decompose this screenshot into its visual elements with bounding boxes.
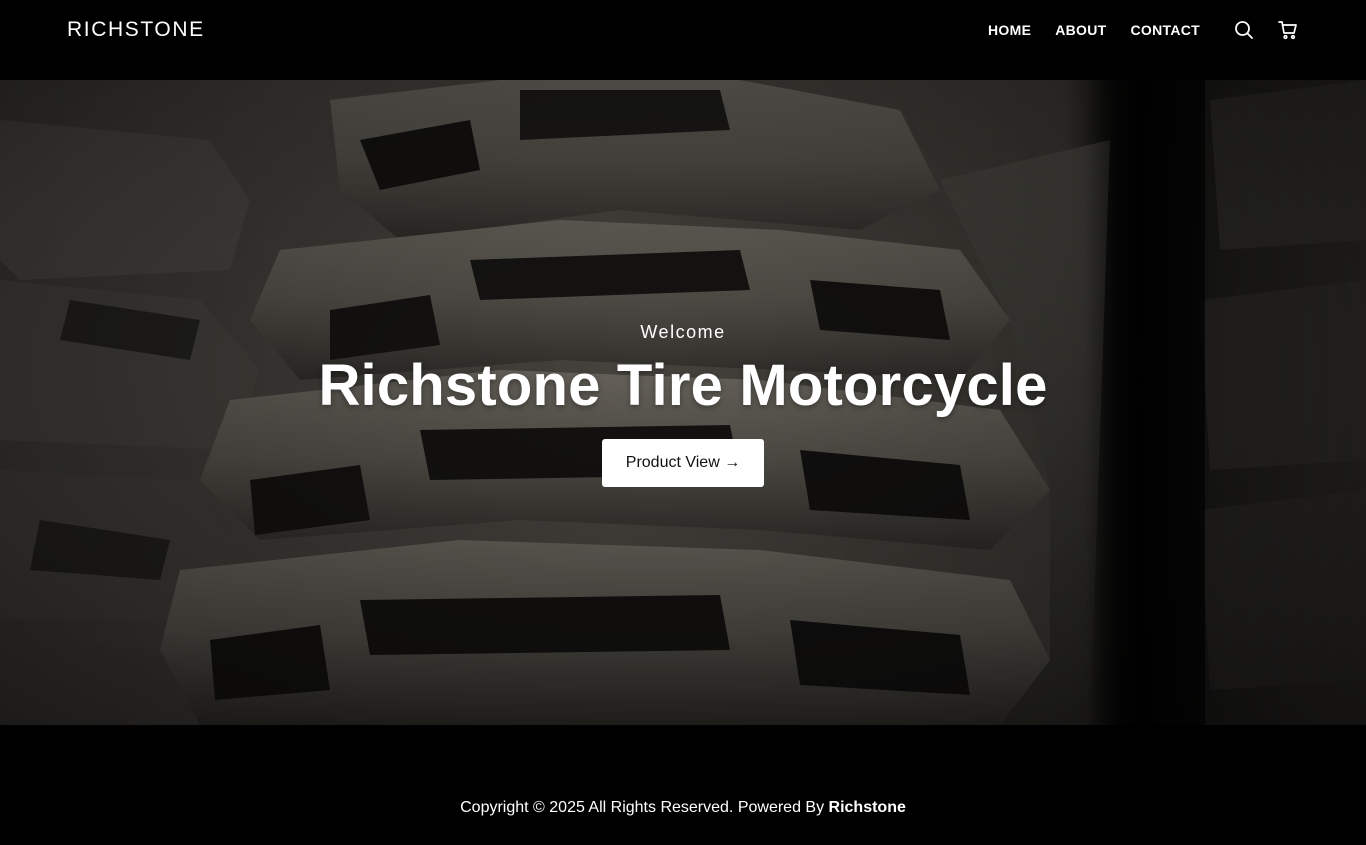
copyright-label: Copyright © 2025 All Rights Reserved. Po… (460, 799, 829, 816)
site-logo[interactable]: RICHSTONE (67, 18, 205, 42)
nav-contact-link[interactable]: CONTACT (1131, 22, 1201, 38)
footer-brand: Richstone (828, 799, 906, 816)
hero-section: Welcome Richstone Tire Motorcycle Produc… (0, 80, 1366, 725)
main-nav: HOME ABOUT CONTACT (988, 18, 1300, 42)
copyright-text: Copyright © 2025 All Rights Reserved. Po… (0, 799, 1366, 817)
hero-welcome-text: Welcome (640, 322, 726, 342)
hero-content: Welcome Richstone Tire Motorcycle Produc… (0, 80, 1366, 725)
hero-title: Richstone Tire Motorcycle (318, 353, 1048, 418)
site-footer: Copyright © 2025 All Rights Reserved. Po… (0, 725, 1366, 845)
product-view-button[interactable]: Product View → (602, 439, 764, 487)
nav-home-link[interactable]: HOME (988, 22, 1031, 38)
cart-icon[interactable] (1276, 18, 1300, 42)
site-header: RICHSTONE HOME ABOUT CONTACT (0, 0, 1366, 80)
search-icon[interactable] (1232, 18, 1256, 42)
nav-about-link[interactable]: ABOUT (1055, 22, 1106, 38)
